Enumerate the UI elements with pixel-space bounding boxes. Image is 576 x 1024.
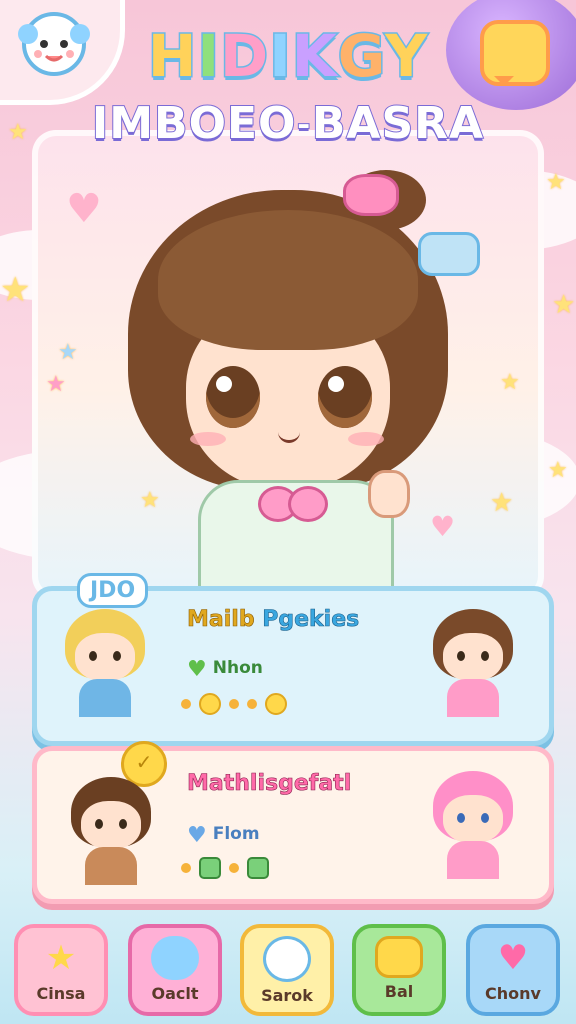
hair-clip	[418, 232, 480, 276]
reward-row	[181, 693, 287, 715]
dot-icon	[181, 699, 191, 709]
game-screen: HIDIKGY IMBOEO˗BASRA ★ ★ ★ ★ ★ ★ ★ ★ ★ ★…	[0, 0, 576, 1024]
game-subtitle: IMBOEO˗BASRA	[91, 97, 485, 150]
heart-icon: ♥	[187, 823, 207, 848]
reward-row	[181, 857, 269, 879]
bottom-nav: ★ Cinsa Oaclt Sarok Bal ♥ Chonv	[0, 910, 576, 1024]
heart-decoration: ♥	[66, 186, 102, 232]
star-icon: ★	[546, 170, 566, 195]
heart-icon: ♥	[187, 657, 207, 682]
gem-icon	[247, 857, 269, 879]
blush	[190, 432, 226, 446]
nav-button-oaclt[interactable]: Oaclt	[128, 924, 222, 1016]
heart-icon: ♥	[497, 938, 529, 978]
coin-icon	[265, 693, 287, 715]
nav-button-cinsa[interactable]: ★ Cinsa	[14, 924, 108, 1016]
coin-icon	[199, 693, 221, 715]
dot-icon	[229, 863, 239, 873]
star-icon: ★	[490, 488, 514, 518]
dot-icon	[181, 863, 191, 873]
character-eye-left	[206, 366, 260, 428]
star-icon: ★	[0, 270, 31, 310]
gem-icon	[199, 857, 221, 879]
character-card[interactable]: JDO Mailb Pgekies ♥ Nhon	[32, 573, 554, 746]
character-card[interactable]: ✓ Mathlisgefatl ♥ Flom	[32, 741, 554, 904]
chibi-boy	[65, 777, 157, 885]
dress-bow	[258, 486, 328, 524]
star-icon: ★	[46, 372, 66, 397]
card-title: Mathlisgefatl	[187, 771, 352, 797]
nav-label: Bal	[384, 982, 414, 1001]
character-eye-right	[318, 366, 372, 428]
nav-label: Cinsa	[36, 984, 86, 1003]
card-stat: ♥ Flom	[187, 823, 260, 848]
character-bangs	[158, 210, 418, 350]
nav-label: Chonv	[485, 984, 541, 1003]
chibi-blonde	[59, 609, 151, 717]
waving-hand	[368, 470, 410, 518]
dot-icon	[229, 699, 239, 709]
star-icon: ★	[58, 340, 78, 365]
card-tag: JDO	[77, 573, 149, 608]
card-stat: ♥ Nhon	[187, 657, 263, 682]
star-icon: ★	[45, 938, 77, 978]
mascot-icon	[263, 936, 311, 982]
pill-icon	[151, 936, 199, 980]
nav-label: Sarok	[261, 986, 313, 1005]
chibi-brown-hair	[427, 609, 519, 717]
hair-ribbon	[343, 174, 399, 216]
chibi-pink-hair	[427, 771, 519, 879]
chest-icon	[375, 936, 423, 978]
nav-button-bal[interactable]: Bal	[352, 924, 446, 1016]
star-icon: ★	[548, 458, 568, 483]
nav-button-chonv[interactable]: ♥ Chonv	[466, 924, 560, 1016]
main-character[interactable]	[118, 170, 480, 596]
dot-icon	[247, 699, 257, 709]
star-icon: ★	[8, 120, 28, 145]
nav-button-sarok[interactable]: Sarok	[240, 924, 334, 1016]
nav-label: Oaclt	[151, 984, 199, 1003]
blush	[348, 432, 384, 446]
card-title: Mailb Pgekies	[187, 607, 360, 633]
star-icon: ★	[552, 290, 576, 320]
game-title: HIDIKGY	[146, 21, 429, 92]
star-icon: ★	[500, 370, 520, 395]
